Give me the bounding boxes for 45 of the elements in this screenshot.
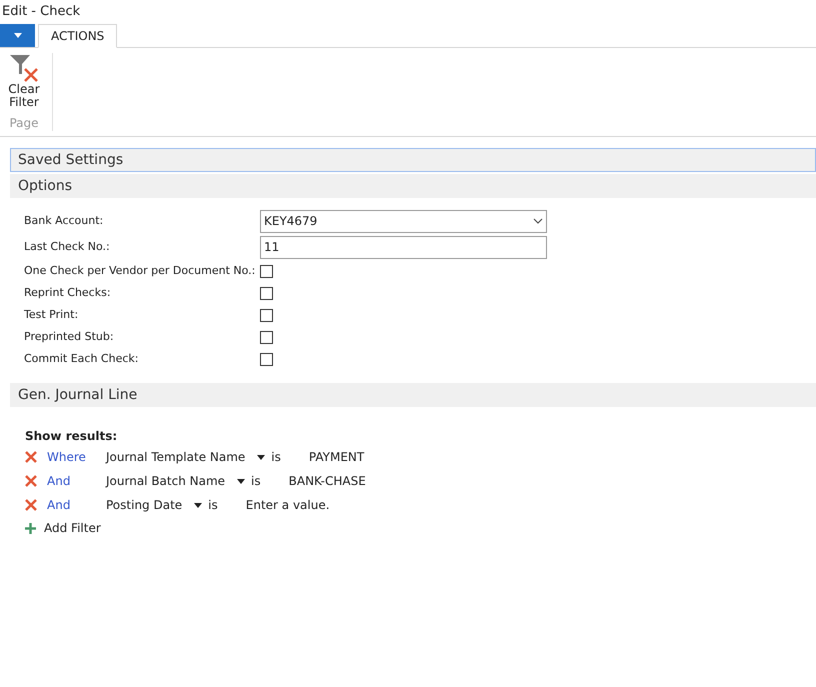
filter-value[interactable]: PAYMENT bbox=[308, 448, 364, 466]
filter-connector[interactable]: And bbox=[47, 496, 106, 514]
caret-icon bbox=[14, 33, 22, 38]
filter-connector[interactable]: Where bbox=[47, 448, 106, 466]
filter-value[interactable]: BANK-CHASE bbox=[288, 472, 366, 490]
show-results-heading: Show results: bbox=[25, 428, 118, 445]
field-label: Reprint Checks: bbox=[24, 284, 112, 301]
menu-button[interactable] bbox=[0, 24, 35, 47]
clear-filter-button[interactable]: Clear Filter bbox=[6, 53, 42, 109]
input-field[interactable]: 11 bbox=[260, 236, 547, 258]
section-header[interactable]: Gen. Journal Line bbox=[10, 383, 816, 407]
field-label: Last Check No.: bbox=[24, 238, 111, 255]
checkbox[interactable] bbox=[260, 308, 273, 322]
filter-operator: is bbox=[208, 497, 218, 514]
caret-icon bbox=[194, 502, 202, 508]
window-title: Edit - Check bbox=[1, 3, 82, 21]
checkbox[interactable] bbox=[260, 264, 273, 278]
checkbox[interactable] bbox=[260, 330, 273, 344]
field-label: Commit Each Check: bbox=[24, 350, 140, 367]
remove-filter-icon[interactable] bbox=[25, 498, 39, 512]
filter-operator: is bbox=[271, 449, 281, 466]
filter-field[interactable]: Journal Batch Name bbox=[106, 472, 226, 490]
filter-connector[interactable]: And bbox=[47, 472, 106, 490]
section-header[interactable]: Options bbox=[10, 174, 816, 198]
filter-field[interactable]: Journal Template Name bbox=[106, 448, 246, 466]
checkbox[interactable] bbox=[260, 352, 273, 366]
remove-filter-icon[interactable] bbox=[25, 450, 39, 464]
field-label: One Check per Vendor per Document No.: bbox=[24, 262, 256, 279]
filter-value[interactable]: Enter a value. bbox=[246, 496, 330, 514]
plus-icon bbox=[25, 522, 36, 534]
caret-icon bbox=[237, 478, 246, 484]
bank-account-dropdown[interactable]: KEY4679 bbox=[260, 210, 547, 232]
remove-filter-icon[interactable] bbox=[25, 474, 39, 488]
chevron-icon bbox=[533, 218, 543, 224]
section-header[interactable]: Saved Settings bbox=[10, 148, 816, 172]
filter-field[interactable]: Posting Date bbox=[106, 496, 182, 514]
add-filter-button[interactable]: Add Filter bbox=[25, 517, 101, 539]
field-label: Preprinted Stub: bbox=[24, 328, 115, 345]
filter-operator: is bbox=[251, 473, 261, 490]
group-label: Page bbox=[9, 115, 39, 132]
field-label: Test Print: bbox=[24, 306, 80, 323]
field-label: Bank Account: bbox=[24, 212, 104, 229]
ribbon-tab[interactable]: ACTIONS bbox=[38, 24, 118, 48]
caret-icon bbox=[257, 454, 266, 460]
checkbox[interactable] bbox=[260, 286, 273, 300]
